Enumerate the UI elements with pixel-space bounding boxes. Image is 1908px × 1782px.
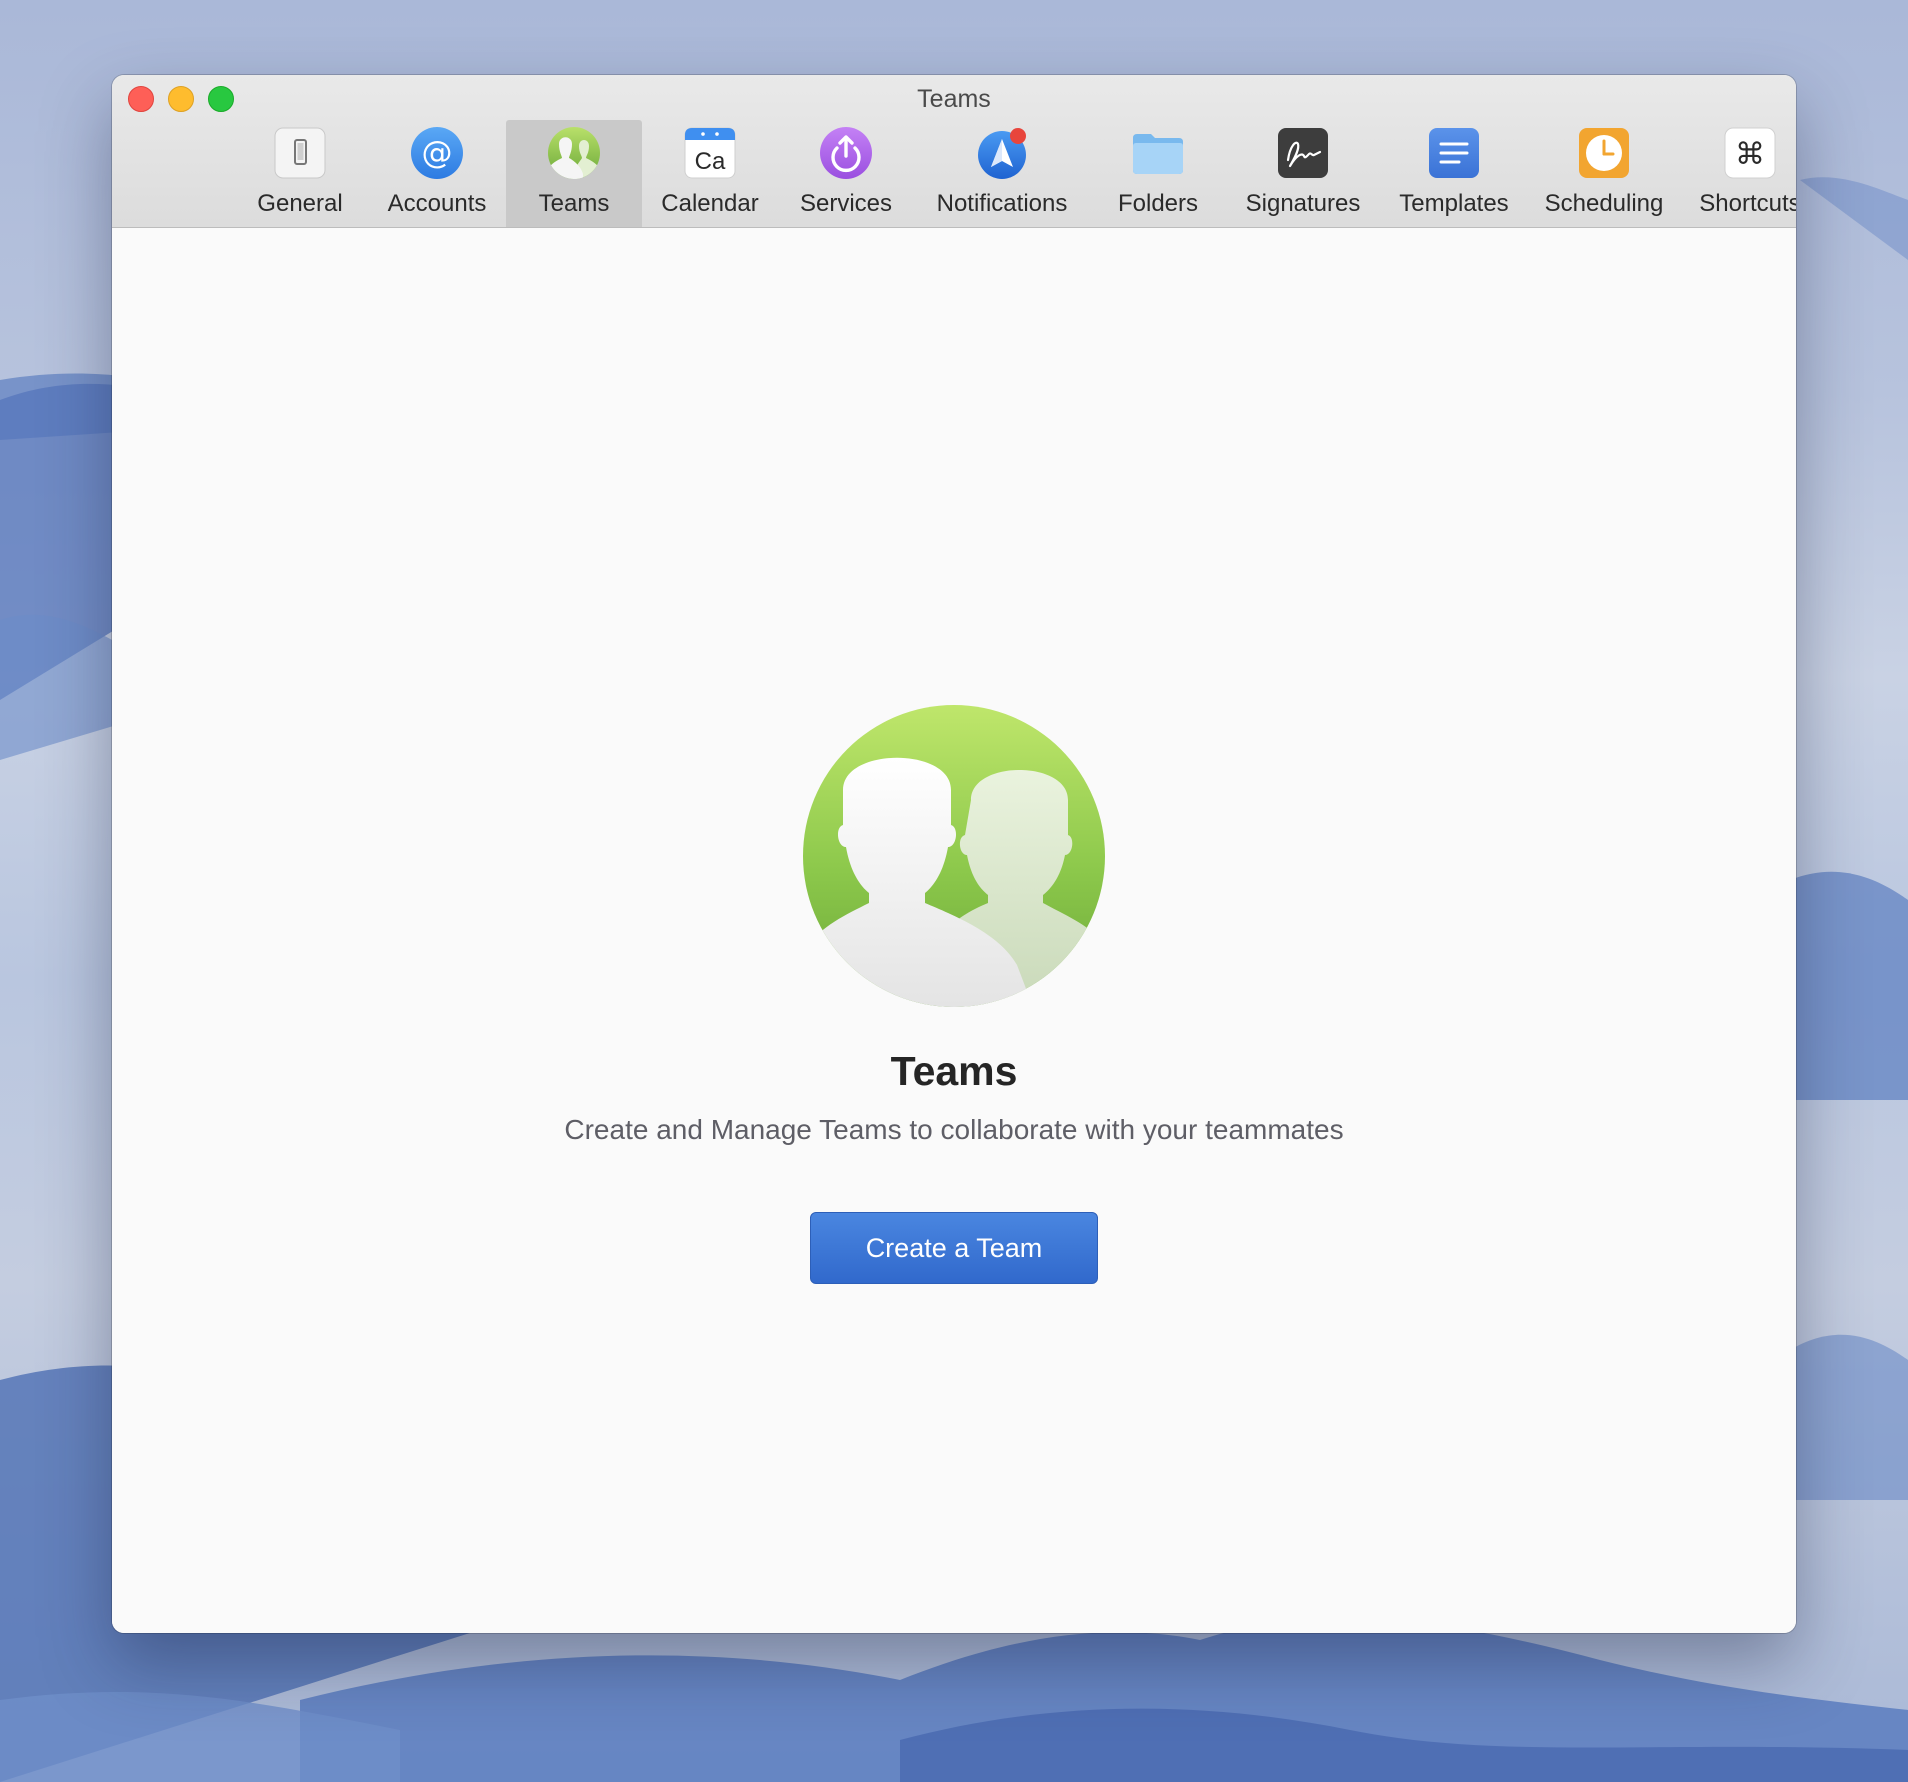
- power-arrow-icon: [819, 126, 873, 180]
- toolbar-item-templates[interactable]: Templates: [1380, 120, 1528, 227]
- command-key-icon-text: ⌘: [1735, 137, 1765, 172]
- calendar-icon: Ca: [683, 126, 737, 180]
- toolbar-label-teams: Teams: [538, 190, 610, 217]
- page-subtitle: Create and Manage Teams to collaborate w…: [564, 1114, 1344, 1145]
- teams-people-icon: [547, 126, 601, 180]
- teams-pane: Teams Create and Manage Teams to collabo…: [112, 228, 1796, 1633]
- toolbar-label-signatures: Signatures: [1245, 190, 1361, 217]
- toolbar-label-notifications: Notifications: [936, 190, 1068, 217]
- toolbar-label-scheduling: Scheduling: [1544, 190, 1664, 217]
- toolbar-label-templates: Templates: [1399, 190, 1509, 217]
- notification-badge: [1010, 128, 1026, 144]
- toolbar-label-services: Services: [799, 190, 893, 217]
- notification-plane-icon: [975, 126, 1029, 180]
- toolbar-item-general[interactable]: General: [232, 120, 368, 227]
- preferences-window: Teams General @ Accounts Teams Ca Calend…: [112, 75, 1796, 1633]
- folder-icon: [1131, 126, 1185, 180]
- toolbar-item-accounts[interactable]: @ Accounts: [368, 120, 506, 227]
- toolbar-label-shortcuts: Shortcuts: [1699, 190, 1796, 217]
- page-title: Teams: [890, 1048, 1018, 1094]
- svg-text:@: @: [422, 135, 453, 171]
- toolbar-label-general: General: [257, 190, 343, 217]
- toolbar-item-signatures[interactable]: Signatures: [1226, 120, 1380, 227]
- toolbar-item-folders[interactable]: Folders: [1090, 120, 1226, 227]
- command-key-icon: ⌘: [1723, 126, 1777, 180]
- toolbar-label-accounts: Accounts: [387, 190, 487, 217]
- title-bar: Teams General @ Accounts Teams Ca Calend…: [112, 75, 1796, 228]
- signature-icon: [1276, 126, 1330, 180]
- window-title: Teams: [917, 85, 991, 113]
- toolbar-label-calendar: Calendar: [661, 190, 759, 217]
- calendar-icon-text: Ca: [695, 148, 726, 175]
- toolbar-item-services[interactable]: Services: [778, 120, 914, 227]
- clock-icon: [1577, 126, 1631, 180]
- teams-hero-icon: [803, 705, 1105, 1007]
- template-lines-icon: [1427, 126, 1481, 180]
- toolbar-item-scheduling[interactable]: Scheduling: [1528, 120, 1680, 227]
- phone-toggle-icon: [273, 126, 327, 180]
- toolbar-item-notifications[interactable]: Notifications: [914, 120, 1090, 227]
- toolbar-item-teams[interactable]: Teams: [506, 120, 642, 227]
- create-team-button[interactable]: Create a Team: [810, 1212, 1098, 1284]
- toolbar-item-shortcuts[interactable]: ⌘ Shortcuts: [1680, 120, 1796, 227]
- toolbar-item-calendar[interactable]: Ca Calendar: [642, 120, 778, 227]
- toolbar-label-folders: Folders: [1117, 190, 1199, 217]
- at-sign-icon: @: [410, 126, 464, 180]
